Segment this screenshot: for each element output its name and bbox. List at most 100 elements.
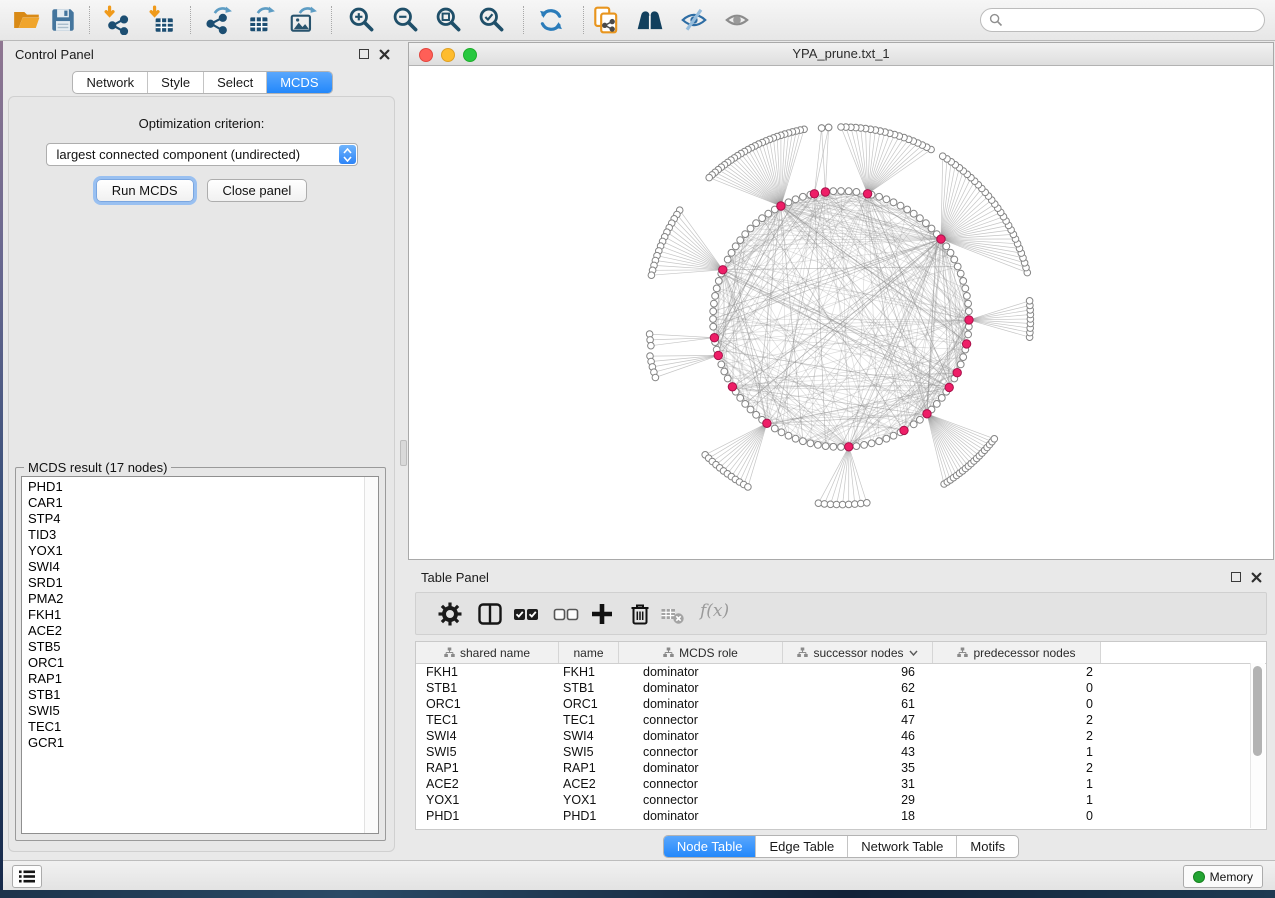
open-folder-icon[interactable] bbox=[12, 5, 42, 35]
table-cell[interactable]: 46 bbox=[783, 729, 933, 743]
close-window-icon[interactable] bbox=[419, 48, 433, 62]
result-list-scrollbar[interactable] bbox=[364, 477, 378, 833]
table-cell[interactable]: 2 bbox=[933, 665, 1101, 679]
minimize-window-icon[interactable] bbox=[441, 48, 455, 62]
tab-edge-table[interactable]: Edge Table bbox=[755, 836, 847, 857]
table-cell[interactable]: 2 bbox=[933, 761, 1101, 775]
tab-style[interactable]: Style bbox=[147, 72, 203, 93]
export-network-icon[interactable] bbox=[203, 5, 233, 35]
table-cell[interactable]: STB1 bbox=[559, 681, 619, 695]
mcds-result-item[interactable]: TEC1 bbox=[28, 719, 378, 735]
table-cell[interactable]: 1 bbox=[933, 777, 1101, 791]
close-panel-icon[interactable] bbox=[379, 49, 390, 60]
search-objects-icon[interactable] bbox=[635, 5, 665, 35]
table-scrollbar[interactable] bbox=[1250, 663, 1265, 828]
mcds-result-item[interactable]: RAP1 bbox=[28, 671, 378, 687]
close-table-panel-icon[interactable] bbox=[1251, 572, 1262, 583]
float-table-panel-icon[interactable] bbox=[1231, 572, 1241, 582]
table-cell[interactable]: 96 bbox=[783, 665, 933, 679]
mcds-result-item[interactable]: ACE2 bbox=[28, 623, 378, 639]
table-cell[interactable]: TEC1 bbox=[559, 713, 619, 727]
table-row[interactable]: FKH1FKH1dominator962 bbox=[416, 664, 1266, 680]
table-cell[interactable]: 62 bbox=[783, 681, 933, 695]
mcds-result-item[interactable]: STB1 bbox=[28, 687, 378, 703]
table-cell[interactable]: 0 bbox=[933, 681, 1101, 695]
table-cell[interactable]: dominator bbox=[619, 665, 783, 679]
run-mcds-button[interactable]: Run MCDS bbox=[96, 179, 194, 202]
mcds-result-item[interactable]: STB5 bbox=[28, 639, 378, 655]
table-cell[interactable]: 31 bbox=[783, 777, 933, 791]
table-cell[interactable]: ORC1 bbox=[416, 697, 559, 711]
table-cell[interactable]: connector bbox=[619, 745, 783, 759]
table-cell[interactable]: SWI5 bbox=[559, 745, 619, 759]
network-graph[interactable] bbox=[409, 65, 1273, 559]
mcds-result-item[interactable]: PHD1 bbox=[28, 479, 378, 495]
save-icon[interactable] bbox=[48, 5, 78, 35]
table-cell[interactable]: connector bbox=[619, 777, 783, 791]
table-cell[interactable]: dominator bbox=[619, 729, 783, 743]
mcds-result-item[interactable]: ORC1 bbox=[28, 655, 378, 671]
mcds-result-item[interactable]: SWI4 bbox=[28, 559, 378, 575]
table-cell[interactable]: 43 bbox=[783, 745, 933, 759]
table-cell[interactable]: YOX1 bbox=[559, 793, 619, 807]
table-cell[interactable]: 2 bbox=[933, 729, 1101, 743]
mcds-result-item[interactable]: YOX1 bbox=[28, 543, 378, 559]
network-view[interactable] bbox=[409, 65, 1273, 559]
mcds-result-item[interactable]: SRD1 bbox=[28, 575, 378, 591]
table-row[interactable]: TEC1TEC1connector472 bbox=[416, 712, 1266, 728]
tab-motifs[interactable]: Motifs bbox=[956, 836, 1018, 857]
criterion-dropdown[interactable]: largest connected component (undirected) bbox=[46, 143, 358, 166]
zoom-out-icon[interactable] bbox=[391, 5, 421, 35]
table-row[interactable]: SWI4SWI4dominator462 bbox=[416, 728, 1266, 744]
table-cell[interactable]: 47 bbox=[783, 713, 933, 727]
deselect-all-icon[interactable] bbox=[552, 600, 580, 628]
table-cell[interactable]: dominator bbox=[619, 761, 783, 775]
table-cell[interactable]: 35 bbox=[783, 761, 933, 775]
table-cell[interactable]: SWI4 bbox=[416, 729, 559, 743]
table-cell[interactable]: 61 bbox=[783, 697, 933, 711]
table-cell[interactable]: RAP1 bbox=[416, 761, 559, 775]
table-cell[interactable]: connector bbox=[619, 793, 783, 807]
mcds-result-item[interactable]: STP4 bbox=[28, 511, 378, 527]
mcds-result-list[interactable]: PHD1CAR1STP4TID3YOX1SWI4SRD1PMA2FKH1ACE2… bbox=[21, 476, 379, 834]
column-header-shared-name[interactable]: shared name bbox=[416, 642, 559, 663]
maximize-window-icon[interactable] bbox=[463, 48, 477, 62]
table-row[interactable]: RAP1RAP1dominator352 bbox=[416, 760, 1266, 776]
table-cell[interactable]: connector bbox=[619, 713, 783, 727]
table-cell[interactable]: TEC1 bbox=[416, 713, 559, 727]
table-cell[interactable]: ACE2 bbox=[559, 777, 619, 791]
task-history-button[interactable] bbox=[12, 865, 42, 888]
table-row[interactable]: ACE2ACE2connector311 bbox=[416, 776, 1266, 792]
table-cell[interactable]: 29 bbox=[783, 793, 933, 807]
table-cell[interactable]: STB1 bbox=[416, 681, 559, 695]
settings-gear-icon[interactable] bbox=[436, 600, 464, 628]
mcds-result-item[interactable]: FKH1 bbox=[28, 607, 378, 623]
mcds-result-item[interactable]: TID3 bbox=[28, 527, 378, 543]
zoom-selected-icon[interactable] bbox=[477, 5, 507, 35]
table-cell[interactable]: FKH1 bbox=[416, 665, 559, 679]
table-cell[interactable]: dominator bbox=[619, 681, 783, 695]
table-cell[interactable]: PHD1 bbox=[416, 809, 559, 823]
panel-divider-handle[interactable] bbox=[400, 440, 407, 466]
column-header-mcds-role[interactable]: MCDS role bbox=[619, 642, 783, 663]
tab-select[interactable]: Select bbox=[203, 72, 266, 93]
column-header-successor-nodes[interactable]: successor nodes bbox=[783, 642, 933, 663]
table-cell[interactable]: FKH1 bbox=[559, 665, 619, 679]
refresh-icon[interactable] bbox=[536, 5, 566, 35]
mcds-result-item[interactable]: GCR1 bbox=[28, 735, 378, 751]
table-cell[interactable]: 18 bbox=[783, 809, 933, 823]
table-body[interactable]: FKH1FKH1dominator962STB1STB1dominator620… bbox=[416, 664, 1266, 824]
tab-network[interactable]: Network bbox=[73, 72, 147, 93]
show-column-panel-icon[interactable] bbox=[476, 600, 504, 628]
column-header-predecessor-nodes[interactable]: predecessor nodes bbox=[933, 642, 1101, 663]
select-all-icon[interactable] bbox=[512, 600, 540, 628]
table-row[interactable]: PHD1PHD1dominator180 bbox=[416, 808, 1266, 824]
table-cell[interactable]: ACE2 bbox=[416, 777, 559, 791]
show-graphics-details-icon[interactable] bbox=[722, 5, 752, 35]
table-row[interactable]: SWI5SWI5connector431 bbox=[416, 744, 1266, 760]
table-cell[interactable]: YOX1 bbox=[416, 793, 559, 807]
search-field[interactable] bbox=[980, 8, 1265, 32]
table-scrollbar-thumb[interactable] bbox=[1253, 666, 1262, 756]
float-panel-icon[interactable] bbox=[359, 49, 369, 59]
zoom-in-icon[interactable] bbox=[347, 5, 377, 35]
